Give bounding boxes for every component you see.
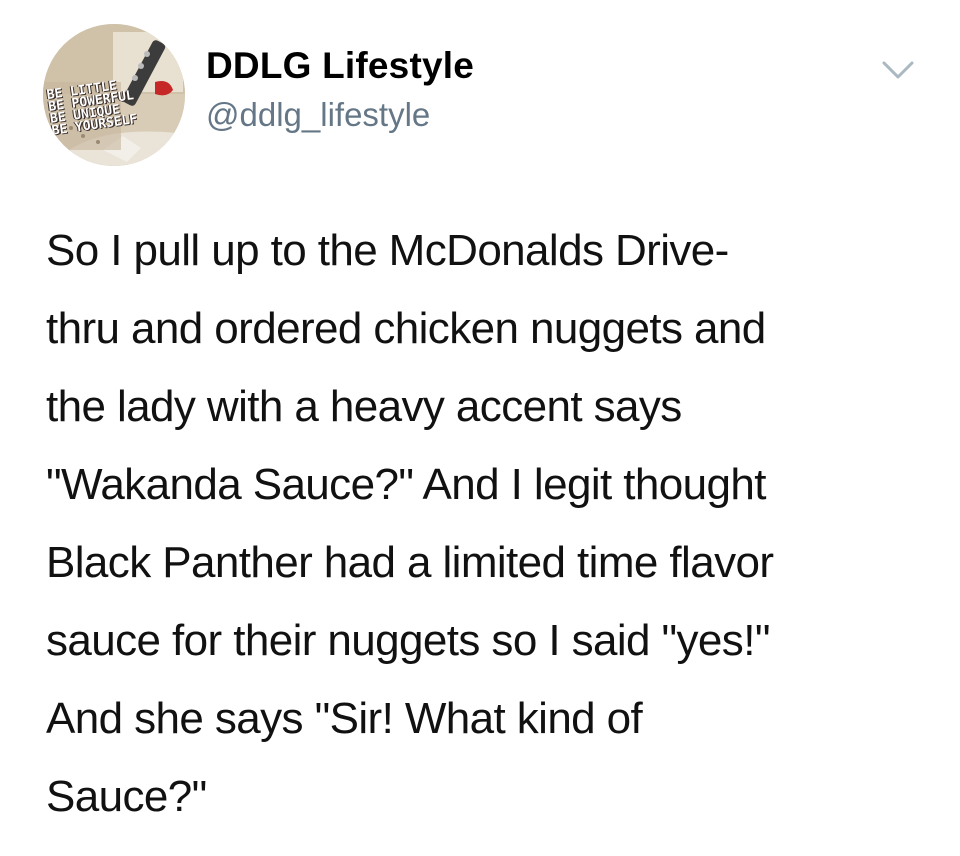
- tweet-text-line: So I pull up to the McDonalds Drive-: [46, 226, 729, 275]
- tweet-card: BE LITTLE BE POWERFUL BE UNIQUE BE YOURS…: [0, 0, 960, 856]
- tweet-text-line: sauce for their nuggets so I said "yes!": [46, 616, 770, 665]
- tweet-text-line: And she says "Sir! What kind of: [46, 694, 643, 743]
- tweet-text-line: Black Panther had a limited time flavor: [46, 538, 774, 587]
- tweet-text-line: thru and ordered chicken nuggets and: [46, 304, 766, 353]
- tweet-text-line: Sauce?": [46, 772, 207, 821]
- user-handle[interactable]: @ddlg_lifestyle: [206, 95, 430, 135]
- tweet-text-line: "Wakanda Sauce?" And I legit thought: [46, 460, 766, 509]
- tweet-text: So I pull up to the McDonalds Drive- thr…: [46, 212, 926, 836]
- display-name[interactable]: DDLG Lifestyle: [206, 44, 474, 88]
- chevron-down-icon[interactable]: [880, 58, 916, 82]
- tweet-text-line: the lady with a heavy accent says: [46, 382, 682, 431]
- avatar[interactable]: BE LITTLE BE POWERFUL BE UNIQUE BE YOURS…: [43, 24, 185, 166]
